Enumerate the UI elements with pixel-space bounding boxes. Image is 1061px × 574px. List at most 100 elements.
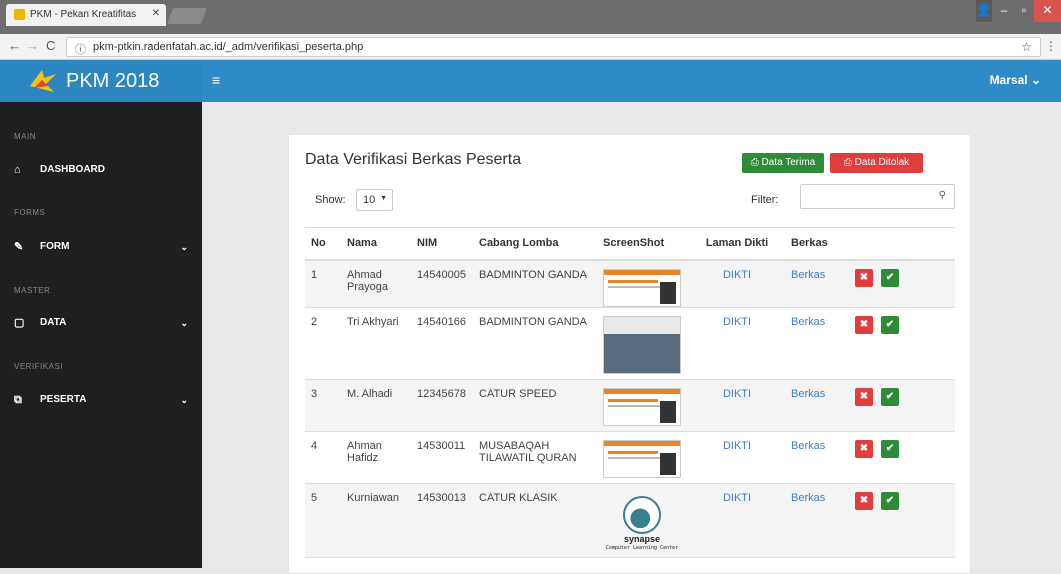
sidebar-section-verifikasi: VERIFIKASI [14,362,64,371]
cell-no: 1 [305,259,341,308]
approve-button[interactable]: ✔ [881,492,899,510]
col-header-screenshot: ScreenShot [597,227,689,261]
sidebar-item-label: PESERTA [40,394,87,405]
cell-nim: 14540166 [411,307,473,380]
sidebar-item-label: DASHBOARD [40,164,105,175]
sidebar-item-dashboard[interactable]: ⌂ DASHBOARD [0,160,202,180]
new-tab-button[interactable] [167,8,207,24]
favicon-icon [14,9,25,20]
brand[interactable]: PKM 2018 [0,60,202,102]
cell-nim: 12345678 [411,379,473,432]
user-menu[interactable]: Marsal ⌄ [990,73,1041,87]
reject-button[interactable]: ✖ [855,388,873,406]
sidebar-item-data[interactable]: ▢ DATA ⌄ [0,313,202,333]
browser-menu-icon[interactable]: ⋮ [1045,39,1057,53]
back-icon[interactable]: ← [8,38,21,53]
synapse-logo-subtext: Computer Learning Center [605,545,679,551]
screenshot-thumbnail[interactable] [603,440,681,478]
app-header: PKM 2018 ≡ Marsal ⌄ [0,60,1061,102]
data-ditolak-label: Data Ditolak [854,157,910,168]
cell-nim: 14530013 [411,483,473,558]
user-name: Marsal [989,73,1028,87]
sidebar-item-form[interactable]: ✎ FORM ⌄ [0,237,202,257]
cell-actions: ✖ ✔ [849,307,955,380]
minimize-icon[interactable]: – [994,0,1014,22]
info-icon[interactable]: ⓘ [75,41,86,57]
bookmark-star-icon[interactable]: ☆ [1021,40,1032,54]
dikti-link[interactable]: DIKTI [723,316,751,328]
cell-dikti: DIKTI [689,307,785,380]
page-title: Data Verifikasi Berkas Peserta [305,151,522,168]
cell-dikti: DIKTI [689,379,785,432]
cell-berkas: Berkas [785,259,849,308]
user-profile-icon[interactable]: 👤 [976,0,992,22]
chevron-down-icon: ⌄ [180,395,188,405]
cell-cabang: MUSABAQAH TILAWATIL QURAN [473,431,597,484]
screenshot-thumbnail[interactable] [603,316,681,374]
cell-screenshot [597,379,689,432]
berkas-link[interactable]: Berkas [791,269,825,281]
data-terima-button[interactable]: ⎙ Data Terima [742,153,824,173]
reject-button[interactable]: ✖ [855,268,873,287]
brand-title: PKM 2018 [66,70,160,92]
berkas-link[interactable]: Berkas [791,316,825,328]
reload-icon[interactable]: C [46,38,55,53]
berkas-link[interactable]: Berkas [791,388,825,400]
cell-cabang: BADMINTON GANDA [473,307,597,380]
close-window-icon[interactable]: ✕ [1034,0,1061,22]
cell-no: 3 [305,379,341,432]
dikti-link[interactable]: DIKTI [723,388,751,400]
cell-no: 2 [305,307,341,380]
cell-screenshot [597,259,689,308]
browser-tab[interactable]: PKM - Pekan Kreatifitas ✕ [6,4,166,26]
cell-actions: ✖ ✔ [849,259,955,308]
dikti-link[interactable]: DIKTI [723,492,751,504]
reject-button[interactable]: ✖ [855,316,873,334]
cell-berkas: Berkas [785,307,849,380]
show-label: Show: [315,194,346,206]
approve-button[interactable]: ✔ [881,316,899,334]
restore-icon[interactable]: ▫ [1014,0,1034,22]
forward-icon[interactable]: → [26,38,39,53]
sidebar-item-peserta[interactable]: ⧉ PESERTA ⌄ [0,390,202,410]
cell-nama: Ahman Hafidz [341,431,411,484]
url-input[interactable]: ⓘ pkm-ptkin.radenfatah.ac.id/_adm/verifi… [66,37,1041,57]
caret-down-icon: ▼ [380,195,387,202]
screenshot-thumbnail[interactable] [603,388,681,426]
chevron-down-icon: ⌄ [180,318,188,328]
table-row: 4 Ahman Hafidz 14530011 MUSABAQAH TILAWA… [305,431,955,484]
col-header-nama: Nama [341,227,411,261]
page-size-select[interactable]: 10 ▼ [356,189,393,211]
sidebar-section-master: MASTER [14,286,51,295]
filter-label: Filter: [751,194,779,206]
menu-toggle-icon[interactable]: ≡ [212,72,220,88]
close-tab-icon[interactable]: ✕ [152,8,160,19]
reject-button[interactable]: ✖ [855,440,873,458]
page-size-value: 10 [363,194,376,206]
cell-dikti: DIKTI [689,431,785,484]
cell-no: 5 [305,483,341,558]
cell-berkas: Berkas [785,431,849,484]
data-ditolak-button[interactable]: ⎙ Data Ditolak [830,153,923,173]
reject-button[interactable]: ✖ [855,492,873,510]
dikti-link[interactable]: DIKTI [723,440,751,452]
verification-panel: Data Verifikasi Berkas Peserta ⎙ Data Te… [288,134,971,574]
filter-input[interactable]: ⚲ [800,184,955,209]
approve-button[interactable]: ✔ [881,388,899,406]
table-header-row: No Nama NIM Cabang Lomba ScreenShot Lama… [305,227,955,261]
cell-cabang: CATUR KLASIK [473,483,597,558]
approve-button[interactable]: ✔ [881,268,899,287]
dikti-link[interactable]: DIKTI [723,269,751,281]
printer-icon: ⎙ [843,157,852,168]
screenshot-thumbnail[interactable] [603,268,681,307]
synapse-logo[interactable]: synapse Computer Learning Center [603,492,681,554]
windows-icon: ⧉ [14,394,22,406]
approve-button[interactable]: ✔ [881,440,899,458]
chevron-down-icon: ⌄ [180,242,188,252]
berkas-link[interactable]: Berkas [791,440,825,452]
table-row: 3 M. Alhadi 12345678 CATUR SPEED DIKTI B… [305,379,955,432]
col-header-actions [849,227,955,261]
home-icon: ⌂ [14,164,21,176]
berkas-link[interactable]: Berkas [791,492,825,504]
cell-actions: ✖ ✔ [849,431,955,484]
